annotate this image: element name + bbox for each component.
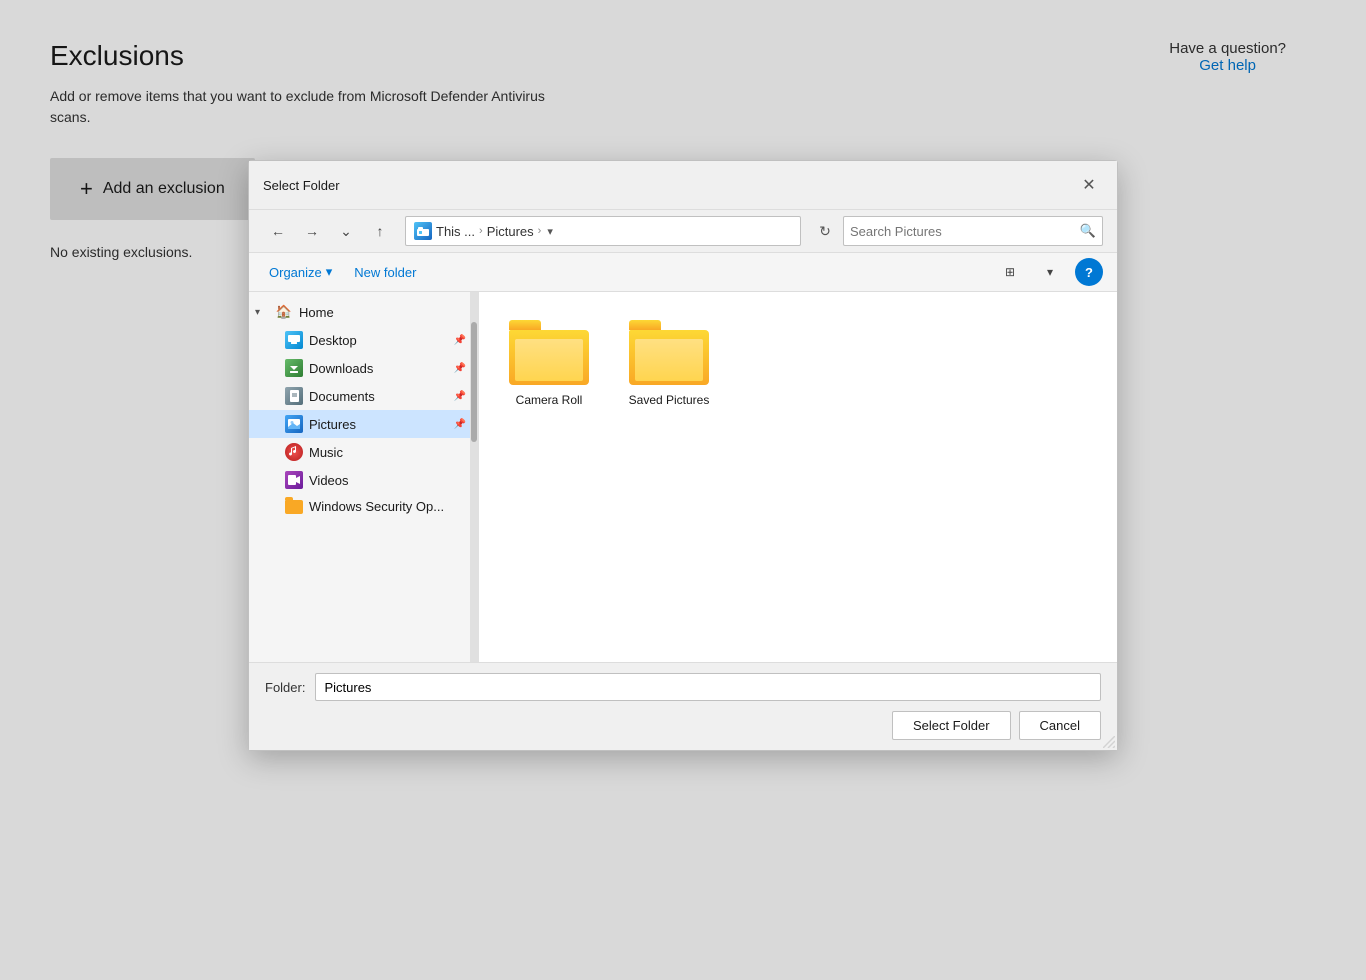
address-sep2: › <box>538 225 542 237</box>
desktop-pin-icon: 📌 <box>454 335 466 346</box>
camera-roll-folder-icon <box>509 320 589 385</box>
home-icon: 🏠 <box>275 303 293 321</box>
sidebar-item-pictures[interactable]: Pictures 📌 <box>249 410 478 438</box>
camera-roll-label: Camera Roll <box>516 393 583 409</box>
videos-icon <box>285 471 303 489</box>
folder-item-camera-roll[interactable]: Camera Roll <box>499 312 599 417</box>
dialog-toolbar: ← → ⌄ ↑ This ... › Pictures › ▾ ↻ 🔍 <box>249 210 1117 253</box>
pictures-icon <box>285 415 303 433</box>
downloads-pin-icon: 📌 <box>454 363 466 374</box>
dialog-title: Select Folder <box>263 178 340 193</box>
music-label: Music <box>309 445 343 460</box>
refresh-button[interactable]: ↻ <box>811 217 839 245</box>
saved-pictures-folder-icon <box>629 320 709 385</box>
view-toggle-button[interactable]: ⊞ <box>995 258 1025 286</box>
cancel-button[interactable]: Cancel <box>1019 711 1101 740</box>
new-folder-button[interactable]: New folder <box>348 261 422 284</box>
search-icon: 🔍 <box>1080 223 1096 239</box>
search-input[interactable] <box>850 224 1076 239</box>
folder-name-row: Folder: <box>265 673 1101 701</box>
organize-button[interactable]: Organize ▾ <box>263 260 338 284</box>
address-icon <box>414 222 432 240</box>
address-this-pc: This ... <box>436 224 475 239</box>
pictures-label: Pictures <box>309 417 356 432</box>
new-folder-label: New folder <box>354 265 416 280</box>
videos-label: Videos <box>309 473 349 488</box>
nav-recent-button[interactable]: ⌄ <box>331 216 361 246</box>
dialog-footer: Folder: Select Folder Cancel <box>249 662 1117 750</box>
resize-grip[interactable] <box>1103 736 1115 748</box>
dialog-body: ▾ 🏠 Home Desktop 📌 Dow <box>249 292 1117 662</box>
sidebar-home-label: Home <box>299 305 334 320</box>
dialog-close-button[interactable]: ✕ <box>1075 171 1103 199</box>
desktop-label: Desktop <box>309 333 357 348</box>
sidebar-scrollbar[interactable] <box>470 292 478 662</box>
footer-buttons: Select Folder Cancel <box>265 711 1101 740</box>
folder-name-input[interactable] <box>315 673 1101 701</box>
view-dropdown-button[interactable]: ▾ <box>1035 258 1065 286</box>
nav-up-button[interactable]: ↑ <box>365 216 395 246</box>
sidebar-item-home[interactable]: ▾ 🏠 Home <box>249 298 478 326</box>
documents-icon <box>285 387 303 405</box>
address-dropdown-button[interactable]: ▾ <box>545 223 555 240</box>
command-bar: Organize ▾ New folder ⊞ ▾ ? <box>249 253 1117 292</box>
select-folder-button[interactable]: Select Folder <box>892 711 1011 740</box>
documents-pin-icon: 📌 <box>454 391 466 402</box>
sidebar-item-windows-security[interactable]: Windows Security Op... <box>249 494 478 519</box>
select-folder-dialog: Select Folder ✕ ← → ⌄ ↑ This ... › Pictu… <box>248 160 1118 751</box>
organize-label: Organize <box>269 265 322 280</box>
sidebar-item-documents[interactable]: Documents 📌 <box>249 382 478 410</box>
saved-pictures-label: Saved Pictures <box>629 393 710 409</box>
sidebar-item-desktop[interactable]: Desktop 📌 <box>249 326 478 354</box>
documents-label: Documents <box>309 389 375 404</box>
search-box: 🔍 <box>843 216 1103 246</box>
sidebar-scrollbar-thumb <box>471 322 477 442</box>
sidebar-item-music[interactable]: Music <box>249 438 478 466</box>
modal-overlay: Select Folder ✕ ← → ⌄ ↑ This ... › Pictu… <box>0 0 1366 980</box>
organize-arrow: ▾ <box>326 264 333 280</box>
nav-back-button[interactable]: ← <box>263 216 293 246</box>
pictures-pin-icon: 📌 <box>454 419 466 430</box>
windows-security-folder-icon <box>285 500 303 514</box>
home-expand-icon: ▾ <box>255 307 269 318</box>
file-view: Camera Roll Saved Pictures <box>479 292 1117 662</box>
music-icon <box>285 443 303 461</box>
sidebar: ▾ 🏠 Home Desktop 📌 Dow <box>249 292 479 662</box>
address-sep1: › <box>479 225 483 237</box>
desktop-icon <box>285 331 303 349</box>
downloads-icon <box>285 359 303 377</box>
downloads-label: Downloads <box>309 361 373 376</box>
address-pictures: Pictures <box>487 224 534 239</box>
dialog-titlebar: Select Folder ✕ <box>249 161 1117 210</box>
help-circle-button[interactable]: ? <box>1075 258 1103 286</box>
sidebar-item-videos[interactable]: Videos <box>249 466 478 494</box>
address-bar[interactable]: This ... › Pictures › ▾ <box>405 216 801 246</box>
folder-item-saved-pictures[interactable]: Saved Pictures <box>619 312 719 417</box>
folder-label: Folder: <box>265 680 305 695</box>
sidebar-item-downloads[interactable]: Downloads 📌 <box>249 354 478 382</box>
nav-forward-button[interactable]: → <box>297 216 327 246</box>
windows-security-label: Windows Security Op... <box>309 499 444 514</box>
